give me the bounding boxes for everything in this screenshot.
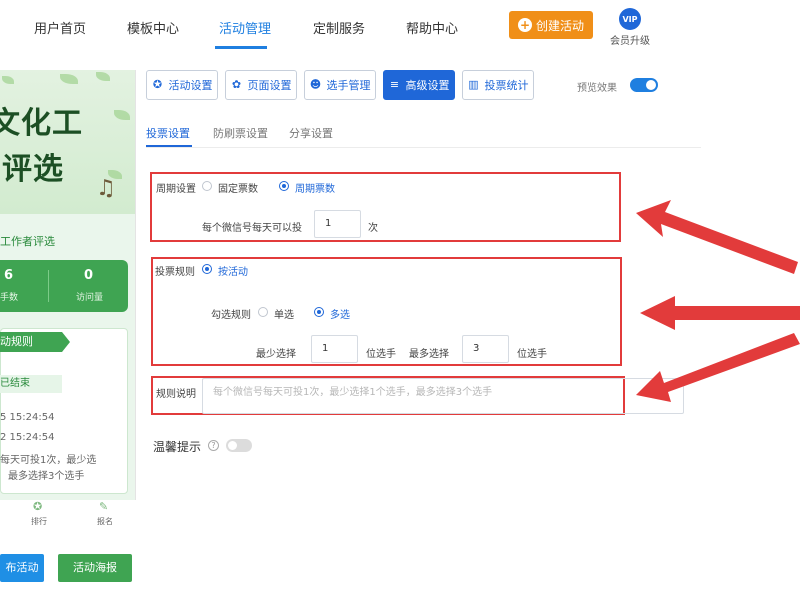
- users-icon: ☻: [309, 78, 322, 91]
- option-period-votes[interactable]: 周期票数: [295, 180, 335, 195]
- leaf-decoration: [2, 76, 14, 84]
- create-activity-label: 创建活动: [535, 18, 584, 33]
- preview-effect-label: 预览效果: [577, 83, 617, 94]
- rule-text: 最多选择3个选手: [8, 471, 85, 482]
- per-day-label: 每个微信号每天可以投: [202, 223, 302, 234]
- period-label: 周期设置: [156, 184, 196, 195]
- arrow-to-period: [636, 200, 798, 274]
- tips-toggle[interactable]: [226, 439, 252, 452]
- footer-signup[interactable]: 报名: [97, 516, 113, 527]
- footer-ranking[interactable]: 排行: [31, 516, 47, 527]
- tips-label: 温馨提示: [153, 440, 202, 454]
- bar-chart-icon: ▥: [468, 78, 479, 91]
- preview-banner: 文化工 评选 ♫: [0, 70, 135, 214]
- radio-multi-choice[interactable]: [314, 307, 324, 317]
- tab-label: 页面设置: [247, 79, 292, 92]
- max-select-label: 最多选择: [409, 349, 449, 360]
- tab-page-settings[interactable]: ✿ 页面设置: [225, 70, 297, 100]
- signup-icon[interactable]: ✎: [99, 500, 108, 513]
- option-by-activity[interactable]: 按活动: [218, 263, 248, 278]
- stats-card: 6 手数 0 访问量: [0, 260, 128, 312]
- nav-item-activity-management[interactable]: 活动管理: [219, 18, 271, 37]
- help-icon[interactable]: ?: [208, 440, 219, 451]
- status-badge: 已结束: [0, 375, 62, 393]
- arrow-to-vote-rule: [640, 296, 800, 330]
- radio-fixed-votes[interactable]: [202, 181, 212, 191]
- per-day-input[interactable]: 1: [314, 210, 361, 238]
- min-select-unit: 位选手: [366, 349, 396, 360]
- rule-text: 每天可投1次，最少选: [0, 455, 97, 466]
- tab-advanced-settings[interactable]: ≡ 高级设置: [383, 70, 455, 100]
- nav-item-templates[interactable]: 模板中心: [127, 18, 179, 37]
- preview-subtitle: 工作者评选: [0, 235, 55, 248]
- vip-upgrade-link[interactable]: 会员升级: [610, 32, 650, 47]
- tab-label: 选手管理: [326, 79, 371, 92]
- option-fixed-votes[interactable]: 固定票数: [218, 180, 258, 195]
- preview-effect-toggle[interactable]: [630, 78, 658, 92]
- option-single-choice[interactable]: 单选: [274, 306, 294, 321]
- min-select-label: 最少选择: [256, 349, 296, 360]
- plus-icon: +: [517, 18, 532, 32]
- nav-item-home[interactable]: 用户首页: [34, 18, 86, 37]
- violin-icon: ♫: [96, 176, 116, 201]
- stat-divider: [48, 270, 49, 302]
- tab-label: 投票统计: [484, 79, 529, 92]
- settings-star-icon: ✪: [152, 78, 163, 91]
- divider: [146, 147, 701, 148]
- radio-period-votes[interactable]: [279, 181, 289, 191]
- tab-label: 活动设置: [168, 79, 213, 92]
- stat-label: 访问量: [76, 293, 104, 303]
- stat-value: 0: [84, 268, 94, 283]
- leaf-decoration: [96, 72, 110, 81]
- per-day-unit: 次: [368, 223, 378, 234]
- max-select-unit: 位选手: [517, 349, 547, 360]
- tab-label: 高级设置: [405, 79, 450, 92]
- activity-poster-button[interactable]: 活动海报: [58, 554, 132, 582]
- end-time: 2 15:24:54: [0, 432, 55, 443]
- nav-item-custom-service[interactable]: 定制服务: [313, 18, 365, 37]
- max-select-input[interactable]: 3: [462, 335, 509, 363]
- publish-activity-button[interactable]: 布活动: [0, 554, 44, 582]
- ranking-icon[interactable]: ✪: [33, 500, 42, 513]
- check-rule-label: 勾选规则: [211, 310, 251, 321]
- gear-icon: ✿: [231, 78, 242, 91]
- top-navigation: 用户首页 模板中心 活动管理 定制服务 帮助中心 + 创建活动 VIP 会员升级: [0, 0, 800, 54]
- vip-icon[interactable]: VIP: [619, 8, 641, 30]
- rule-desc-label: 规则说明: [156, 389, 196, 400]
- banner-title-line2: 评选: [2, 152, 64, 187]
- tab-contestant-management[interactable]: ☻ 选手管理: [304, 70, 376, 100]
- radio-single-choice[interactable]: [258, 307, 268, 317]
- sliders-icon: ≡: [389, 78, 400, 91]
- option-multi-choice[interactable]: 多选: [330, 306, 350, 321]
- radio-by-activity[interactable]: [202, 264, 212, 274]
- mobile-preview: 文化工 评选 ♫ 工作者评选 6 手数 0 访问量 动规则 已结束 5 15:2…: [0, 70, 136, 500]
- subtab-vote-settings[interactable]: 投票设置: [146, 125, 190, 141]
- stat-label: 手数: [0, 293, 19, 303]
- min-select-input[interactable]: 1: [311, 335, 358, 363]
- vote-rule-label: 投票规则: [155, 267, 195, 278]
- rule-desc-textarea[interactable]: 每个微信号每天可投1次，最少选择1个选手，最多选择3个选手: [202, 378, 684, 414]
- nav-item-help[interactable]: 帮助中心: [406, 18, 458, 37]
- tab-vote-statistics[interactable]: ▥ 投票统计: [462, 70, 534, 100]
- leaf-decoration: [60, 74, 78, 84]
- rule-tag: 动规则: [0, 332, 70, 352]
- subtab-anti-fraud[interactable]: 防刷票设置: [213, 125, 268, 141]
- nav-active-indicator: [215, 46, 267, 49]
- create-activity-button[interactable]: + 创建活动: [509, 11, 593, 39]
- banner-title-line1: 文化工: [0, 106, 83, 141]
- stat-value: 6: [4, 268, 14, 283]
- tab-activity-settings[interactable]: ✪ 活动设置: [146, 70, 218, 100]
- leaf-decoration: [114, 110, 130, 120]
- start-time: 5 15:24:54: [0, 412, 55, 423]
- subtab-share-settings[interactable]: 分享设置: [289, 125, 333, 141]
